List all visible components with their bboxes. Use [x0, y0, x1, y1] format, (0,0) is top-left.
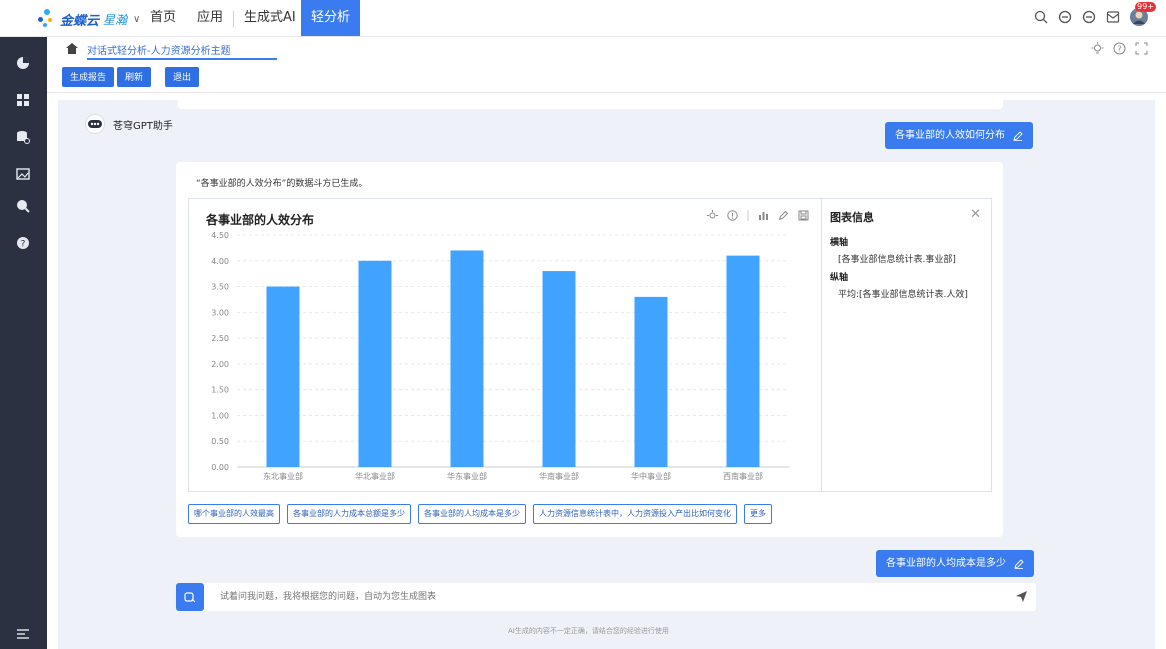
user-message-2: 各事业部的人均成本是多少	[876, 550, 1034, 577]
brand-logo[interactable]: 金蝶云 星瀚 ∨	[38, 8, 140, 30]
message-icon[interactable]	[1106, 10, 1120, 24]
x-tick-label: 华南事业部	[539, 471, 579, 481]
refresh-button[interactable]: 刷新	[117, 67, 152, 87]
home-icon[interactable]	[66, 43, 78, 54]
send-icon[interactable]	[1015, 590, 1028, 603]
pie-chart-icon[interactable]	[16, 56, 30, 70]
y-tick-label: 3.50	[211, 283, 229, 292]
lightbulb-icon[interactable]	[1091, 42, 1104, 55]
ai-disclaimer: AI生成的内容不一定正确，请结合您的经验进行使用	[508, 627, 669, 635]
nav-home[interactable]: 首页	[150, 0, 176, 36]
chat-input-bar	[176, 583, 1036, 611]
y-tick-label: 1.50	[211, 386, 229, 395]
assistant-header: 苍穹GPT助手	[85, 114, 173, 134]
user-message-text: 各事业部的人效如何分布	[895, 130, 1005, 141]
chat-area: 苍穹GPT助手 各事业部的人效如何分布 “各事业部的人效分布”的数据斗方已生成。…	[58, 100, 1155, 649]
result-card: “各事业部的人效分布”的数据斗方已生成。 各事业部的人效分布 0.00 0.50 1…	[176, 162, 1003, 537]
result-message: “各事业部的人效分布”的数据斗方已生成。	[196, 179, 368, 189]
generate-report-button[interactable]: 生成报告	[62, 67, 115, 87]
suggestion-chip[interactable]: 各事业部的人力成本总额是多少	[287, 504, 411, 524]
top-icons: 99+	[1034, 2, 1156, 26]
svg-text:?: ?	[1117, 45, 1121, 54]
robot-icon	[88, 120, 102, 128]
more-button[interactable]: 更多	[744, 504, 772, 524]
bar-chart: 0.00 0.50 1.00 1.50 2.00 2.50 3.00 3.50 4.00 4.50…	[211, 231, 789, 481]
assistant-avatar	[85, 114, 105, 134]
y-tick-label: 3.00	[211, 308, 229, 317]
y-tick-label: 4.00	[211, 257, 229, 266]
fullscreen-icon[interactable]	[1135, 42, 1148, 55]
x-tick-label: 华北事业部	[355, 471, 395, 481]
previous-card-edge	[178, 100, 1003, 109]
collapse-menu-icon[interactable]	[16, 627, 30, 641]
chat-input[interactable]	[220, 589, 1000, 605]
brand-logo-icon	[38, 9, 56, 29]
x-axis-label: 横轴	[830, 238, 849, 248]
apps-grid-icon[interactable]	[16, 93, 30, 107]
chart-panel: 各事业部的人效分布 0.00 0.50 1.00 1.50 2.00 2.50 3.00 3.…	[188, 198, 992, 492]
input-mode-button[interactable]	[176, 583, 204, 611]
y-axis-label: 纵轴	[830, 273, 849, 283]
x-tick-label: 华中事业部	[631, 471, 671, 481]
bar-2[interactable]	[358, 260, 392, 467]
active-tab-underline	[87, 58, 277, 60]
chat-mode-icon	[184, 592, 196, 603]
y-tick-label: 2.50	[211, 334, 229, 343]
y-tick-label: 1.00	[211, 411, 229, 420]
nav-divider	[233, 11, 234, 27]
y-tick-label: 2.00	[211, 360, 229, 369]
edit-icon[interactable]	[1014, 558, 1024, 569]
nav-apps[interactable]: 应用	[197, 0, 223, 36]
toolbar: 生成报告 刷新 退出	[47, 61, 1166, 93]
chart-area: 各事业部的人效分布 0.00 0.50 1.00 1.50 2.00 2.50 3.00 3.…	[189, 199, 821, 491]
database-settings-icon[interactable]	[16, 130, 30, 144]
top-nav-bar: 金蝶云 星瀚 ∨ 首页 应用 生成式AI 轻分析 99+	[0, 0, 1166, 37]
suggestion-chip[interactable]: 各事业部的人均成本是多少	[418, 504, 526, 524]
breadcrumb-tab[interactable]: 对话式轻分析-人力资源分析主题	[87, 42, 231, 57]
y-axis-value: 平均:[各事业部信息统计表.人效]	[838, 290, 968, 300]
nav-genai[interactable]: 生成式AI	[244, 0, 296, 36]
assistant-name: 苍穹GPT助手	[113, 120, 173, 132]
svg-text:?: ?	[21, 240, 26, 250]
x-tick-label: 西南事业部	[723, 471, 763, 481]
chart-info-title: 图表信息	[830, 211, 874, 224]
bar-4[interactable]	[542, 271, 576, 467]
user-message-1: 各事业部的人效如何分布	[885, 122, 1033, 149]
user-message-text: 各事业部的人均成本是多少	[886, 558, 1006, 569]
y-tick-label: 0.50	[211, 437, 229, 446]
help-circle-icon[interactable]: ?	[1113, 42, 1126, 55]
nav-light-analysis[interactable]: 轻分析	[301, 0, 361, 36]
suggestion-chip[interactable]: 哪个事业部的人效最高	[188, 504, 280, 524]
bar-3[interactable]	[450, 250, 484, 467]
bar-6[interactable]	[726, 255, 760, 467]
x-tick-label: 华东事业部	[447, 471, 487, 481]
chart-info-panel: 图表信息 ✕ 横轴 [各事业部信息统计表.事业部] 纵轴 平均:[各事业部信息统…	[821, 199, 991, 491]
image-icon[interactable]	[16, 167, 30, 181]
y-tick-label: 0.00	[211, 463, 229, 472]
brand-name: 金蝶云	[60, 13, 100, 29]
notification-badge: 99+	[1135, 2, 1156, 12]
x-axis-value: [各事业部信息统计表.事业部]	[838, 255, 956, 265]
brand-sub: 星瀚	[103, 12, 128, 27]
bar-1[interactable]	[266, 286, 300, 467]
exit-button[interactable]: 退出	[165, 67, 200, 87]
minus-circle-icon[interactable]	[1058, 10, 1072, 24]
chevron-down-icon[interactable]: ∨	[133, 14, 140, 25]
search-zoom-icon[interactable]	[16, 199, 30, 213]
breadcrumb: 对话式轻分析-人力资源分析主题 ?	[47, 37, 1166, 61]
help-icon[interactable]: ?	[16, 236, 30, 250]
x-tick-label: 东北事业部	[263, 471, 303, 481]
minus-circle-icon-2[interactable]	[1082, 10, 1096, 24]
suggestion-chips: 哪个事业部的人效最高 各事业部的人力成本总额是多少 各事业部的人均成本是多少 人…	[188, 504, 772, 524]
breadcrumb-actions: ?	[1091, 42, 1148, 55]
suggestion-chip[interactable]: 人力资源信息统计表中，人力资源投入产出比如何变化	[533, 504, 737, 524]
close-icon[interactable]: ✕	[970, 207, 981, 222]
search-icon[interactable]	[1034, 10, 1048, 24]
y-tick-label: 4.50	[211, 231, 229, 240]
edit-icon[interactable]	[1013, 130, 1023, 141]
user-avatar[interactable]: 99+	[1130, 2, 1156, 26]
sidebar: ?	[0, 37, 47, 649]
bar-5[interactable]	[634, 296, 668, 467]
